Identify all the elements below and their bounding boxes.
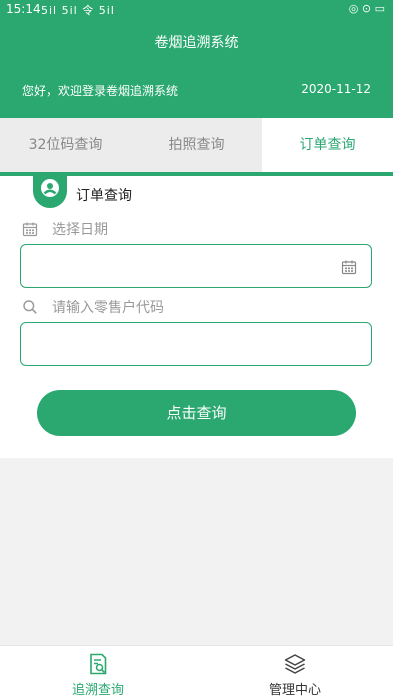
- layers-icon: [284, 654, 306, 674]
- query-tabs: 32位码查询 拍照查询 订单查询: [0, 118, 393, 172]
- nav-trace-query-label: 追溯查询: [71, 683, 124, 698]
- section-badge: [33, 176, 67, 208]
- order-query-card: 订单查询 选择日期 请输入零售户代码 点击查询: [0, 176, 393, 458]
- calendar-icon: [22, 222, 38, 237]
- nav-management-center-label: 管理中心: [268, 683, 321, 698]
- user-icon: [41, 179, 59, 197]
- submit-query-button[interactable]: 点击查询: [37, 390, 356, 436]
- retailer-code-field[interactable]: [20, 322, 372, 366]
- retailer-code-label: 请输入零售户代码: [52, 300, 164, 316]
- screen: 15:14 5il 5il 令 5iI ◎ ⊙ ▭ 卷烟追溯系统 您好，欢迎登录…: [0, 0, 393, 700]
- status-bar: 15:14 5il 5il 令 5iI ◎ ⊙ ▭: [0, 0, 393, 20]
- header-date: 2020-11-12: [301, 82, 371, 96]
- tab-photo-query[interactable]: 拍照查询: [131, 118, 262, 172]
- app-title: 卷烟追溯系统: [154, 35, 239, 51]
- app-header: 15:14 5il 5il 令 5iI ◎ ⊙ ▭ 卷烟追溯系统 您好，欢迎登录…: [0, 0, 393, 118]
- calendar-picker-icon[interactable]: [341, 259, 357, 275]
- date-picker-field[interactable]: [20, 244, 372, 288]
- tab-order-query[interactable]: 订单查询: [262, 118, 393, 172]
- welcome-text: 您好，欢迎登录卷烟追溯系统: [22, 84, 179, 98]
- search-icon: [23, 300, 37, 314]
- date-input[interactable]: [31, 245, 335, 287]
- retailer-code-input[interactable]: [31, 323, 335, 365]
- status-time: 15:14: [6, 2, 41, 16]
- bottom-navigation: 追溯查询 管理中心: [0, 645, 393, 700]
- signal-icons: 5il 5il 令 5iI: [41, 4, 116, 17]
- tab-32-code-query[interactable]: 32位码查询: [0, 118, 131, 172]
- section-title: 订单查询: [76, 188, 132, 204]
- nav-trace-query[interactable]: 追溯查询: [0, 646, 196, 700]
- trace-document-icon: [90, 653, 107, 675]
- status-right-icons: ◎ ⊙ ▭: [348, 2, 385, 15]
- nav-management-center[interactable]: 管理中心: [197, 646, 393, 700]
- date-label: 选择日期: [52, 222, 108, 238]
